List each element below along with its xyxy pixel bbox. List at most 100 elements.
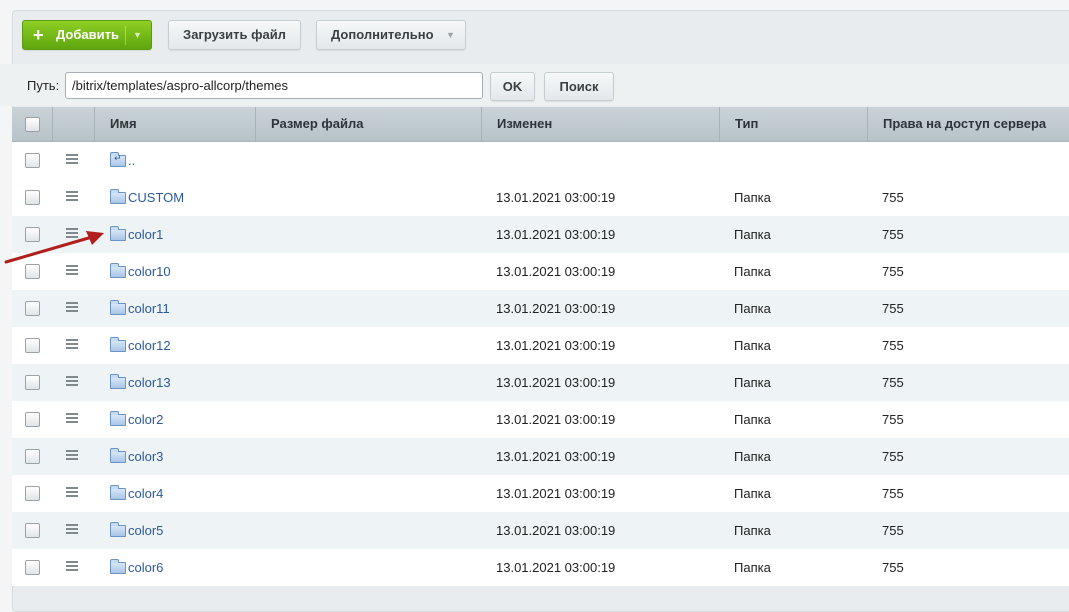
hamburger-menu-icon[interactable] bbox=[66, 524, 78, 534]
row-rights: 755 bbox=[882, 449, 904, 464]
table-row[interactable]: color1 13.01.2021 03:00:19 Папка 755 bbox=[12, 216, 1069, 253]
row-name-link[interactable]: .. bbox=[128, 153, 135, 168]
add-button-label: Добавить bbox=[56, 27, 119, 42]
row-modified: 13.01.2021 03:00:19 bbox=[496, 227, 616, 242]
row-type: Папка bbox=[734, 301, 771, 316]
row-checkbox[interactable] bbox=[25, 190, 40, 205]
row-rights: 755 bbox=[882, 486, 904, 501]
path-label: Путь: bbox=[27, 78, 60, 93]
row-checkbox[interactable] bbox=[25, 153, 40, 168]
row-name-link[interactable]: color12 bbox=[128, 338, 171, 353]
table-row[interactable]: color3 13.01.2021 03:00:19 Папка 755 bbox=[12, 438, 1069, 475]
path-input[interactable]: /bitrix/templates/aspro-allcorp/themes bbox=[65, 72, 483, 99]
table-row[interactable]: color6 13.01.2021 03:00:19 Папка 755 bbox=[12, 549, 1069, 586]
column-header-modified[interactable]: Изменен bbox=[481, 107, 719, 141]
hamburger-menu-icon[interactable] bbox=[66, 413, 78, 423]
table-row[interactable]: color13 13.01.2021 03:00:19 Папка 755 bbox=[12, 364, 1069, 401]
table-row[interactable]: color10 13.01.2021 03:00:19 Папка 755 bbox=[12, 253, 1069, 290]
row-type: Папка bbox=[734, 486, 771, 501]
table-row[interactable]: CUSTOM 13.01.2021 03:00:19 Папка 755 bbox=[12, 179, 1069, 216]
folder-icon bbox=[110, 189, 126, 204]
row-checkbox[interactable] bbox=[25, 523, 40, 538]
more-button[interactable]: Дополнительно ▼ bbox=[316, 20, 466, 50]
hamburger-menu-icon[interactable] bbox=[66, 450, 78, 460]
header-actions-cell bbox=[52, 107, 94, 141]
hamburger-menu-icon[interactable] bbox=[66, 191, 78, 201]
table-row[interactable]: color2 13.01.2021 03:00:19 Папка 755 bbox=[12, 401, 1069, 438]
folder-icon bbox=[110, 263, 126, 278]
row-type: Папка bbox=[734, 412, 771, 427]
row-rights: 755 bbox=[882, 560, 904, 575]
row-rights: 755 bbox=[882, 301, 904, 316]
row-checkbox[interactable] bbox=[25, 560, 40, 575]
row-modified: 13.01.2021 03:00:19 bbox=[496, 375, 616, 390]
row-type: Папка bbox=[734, 338, 771, 353]
row-rights: 755 bbox=[882, 190, 904, 205]
table-row[interactable]: color4 13.01.2021 03:00:19 Папка 755 bbox=[12, 475, 1069, 512]
hamburger-menu-icon[interactable] bbox=[66, 339, 78, 349]
row-name-link[interactable]: color4 bbox=[128, 486, 163, 501]
row-rights: 755 bbox=[882, 412, 904, 427]
row-modified: 13.01.2021 03:00:19 bbox=[496, 190, 616, 205]
hamburger-menu-icon[interactable] bbox=[66, 302, 78, 312]
row-name-link[interactable]: color3 bbox=[128, 449, 163, 464]
column-header-size[interactable]: Размер файла bbox=[255, 107, 481, 141]
folder-icon bbox=[110, 300, 126, 315]
folder-icon bbox=[110, 374, 126, 389]
folder-up-icon bbox=[110, 152, 126, 167]
row-checkbox[interactable] bbox=[25, 449, 40, 464]
column-header-type[interactable]: Тип bbox=[719, 107, 867, 141]
row-checkbox[interactable] bbox=[25, 412, 40, 427]
caret-down-icon[interactable]: ▼ bbox=[133, 21, 142, 49]
folder-icon bbox=[110, 485, 126, 500]
table-row[interactable]: .. bbox=[12, 142, 1069, 179]
add-button[interactable]: + Добавить ▼ bbox=[22, 20, 152, 50]
table-row[interactable]: color11 13.01.2021 03:00:19 Папка 755 bbox=[12, 290, 1069, 327]
hamburger-menu-icon[interactable] bbox=[66, 561, 78, 571]
row-name-link[interactable]: color5 bbox=[128, 523, 163, 538]
folder-icon bbox=[110, 226, 126, 241]
row-name-link[interactable]: color11 bbox=[128, 301, 170, 316]
row-name-link[interactable]: color1 bbox=[128, 227, 163, 242]
row-checkbox[interactable] bbox=[25, 375, 40, 390]
search-button[interactable]: Поиск bbox=[544, 72, 614, 101]
hamburger-menu-icon[interactable] bbox=[66, 154, 78, 164]
folder-icon bbox=[110, 522, 126, 537]
row-checkbox[interactable] bbox=[25, 301, 40, 316]
row-type: Папка bbox=[734, 560, 771, 575]
row-rights: 755 bbox=[882, 375, 904, 390]
select-all-checkbox[interactable] bbox=[25, 117, 40, 132]
row-modified: 13.01.2021 03:00:19 bbox=[496, 301, 616, 316]
row-checkbox[interactable] bbox=[25, 486, 40, 501]
row-name-link[interactable]: color2 bbox=[128, 412, 163, 427]
row-name-link[interactable]: color10 bbox=[128, 264, 171, 279]
row-rights: 755 bbox=[882, 338, 904, 353]
hamburger-menu-icon[interactable] bbox=[66, 376, 78, 386]
hamburger-menu-icon[interactable] bbox=[66, 487, 78, 497]
row-modified: 13.01.2021 03:00:19 bbox=[496, 560, 616, 575]
row-name-link[interactable]: color6 bbox=[128, 560, 163, 575]
row-type: Папка bbox=[734, 190, 771, 205]
add-button-divider bbox=[125, 26, 126, 45]
row-name-link[interactable]: color13 bbox=[128, 375, 171, 390]
file-table: Имя Размер файла Изменен Тип Права на до… bbox=[12, 107, 1069, 586]
folder-icon bbox=[110, 411, 126, 426]
table-row[interactable]: color12 13.01.2021 03:00:19 Папка 755 bbox=[12, 327, 1069, 364]
row-modified: 13.01.2021 03:00:19 bbox=[496, 412, 616, 427]
row-type: Папка bbox=[734, 449, 771, 464]
row-type: Папка bbox=[734, 375, 771, 390]
row-modified: 13.01.2021 03:00:19 bbox=[496, 338, 616, 353]
table-header: Имя Размер файла Изменен Тип Права на до… bbox=[12, 107, 1069, 142]
table-row[interactable]: color5 13.01.2021 03:00:19 Папка 755 bbox=[12, 512, 1069, 549]
row-checkbox[interactable] bbox=[25, 338, 40, 353]
row-name-link[interactable]: CUSTOM bbox=[128, 190, 184, 205]
path-bar: Путь: /bitrix/templates/aspro-allcorp/th… bbox=[0, 64, 1069, 106]
upload-file-button[interactable]: Загрузить файл bbox=[168, 20, 301, 50]
row-rights: 755 bbox=[882, 264, 904, 279]
ok-button[interactable]: OK bbox=[490, 72, 535, 101]
more-button-label: Дополнительно bbox=[331, 27, 434, 42]
row-rights: 755 bbox=[882, 523, 904, 538]
column-header-rights[interactable]: Права на доступ сервера bbox=[867, 107, 1069, 141]
row-rights: 755 bbox=[882, 227, 904, 242]
column-header-name[interactable]: Имя bbox=[94, 107, 255, 141]
